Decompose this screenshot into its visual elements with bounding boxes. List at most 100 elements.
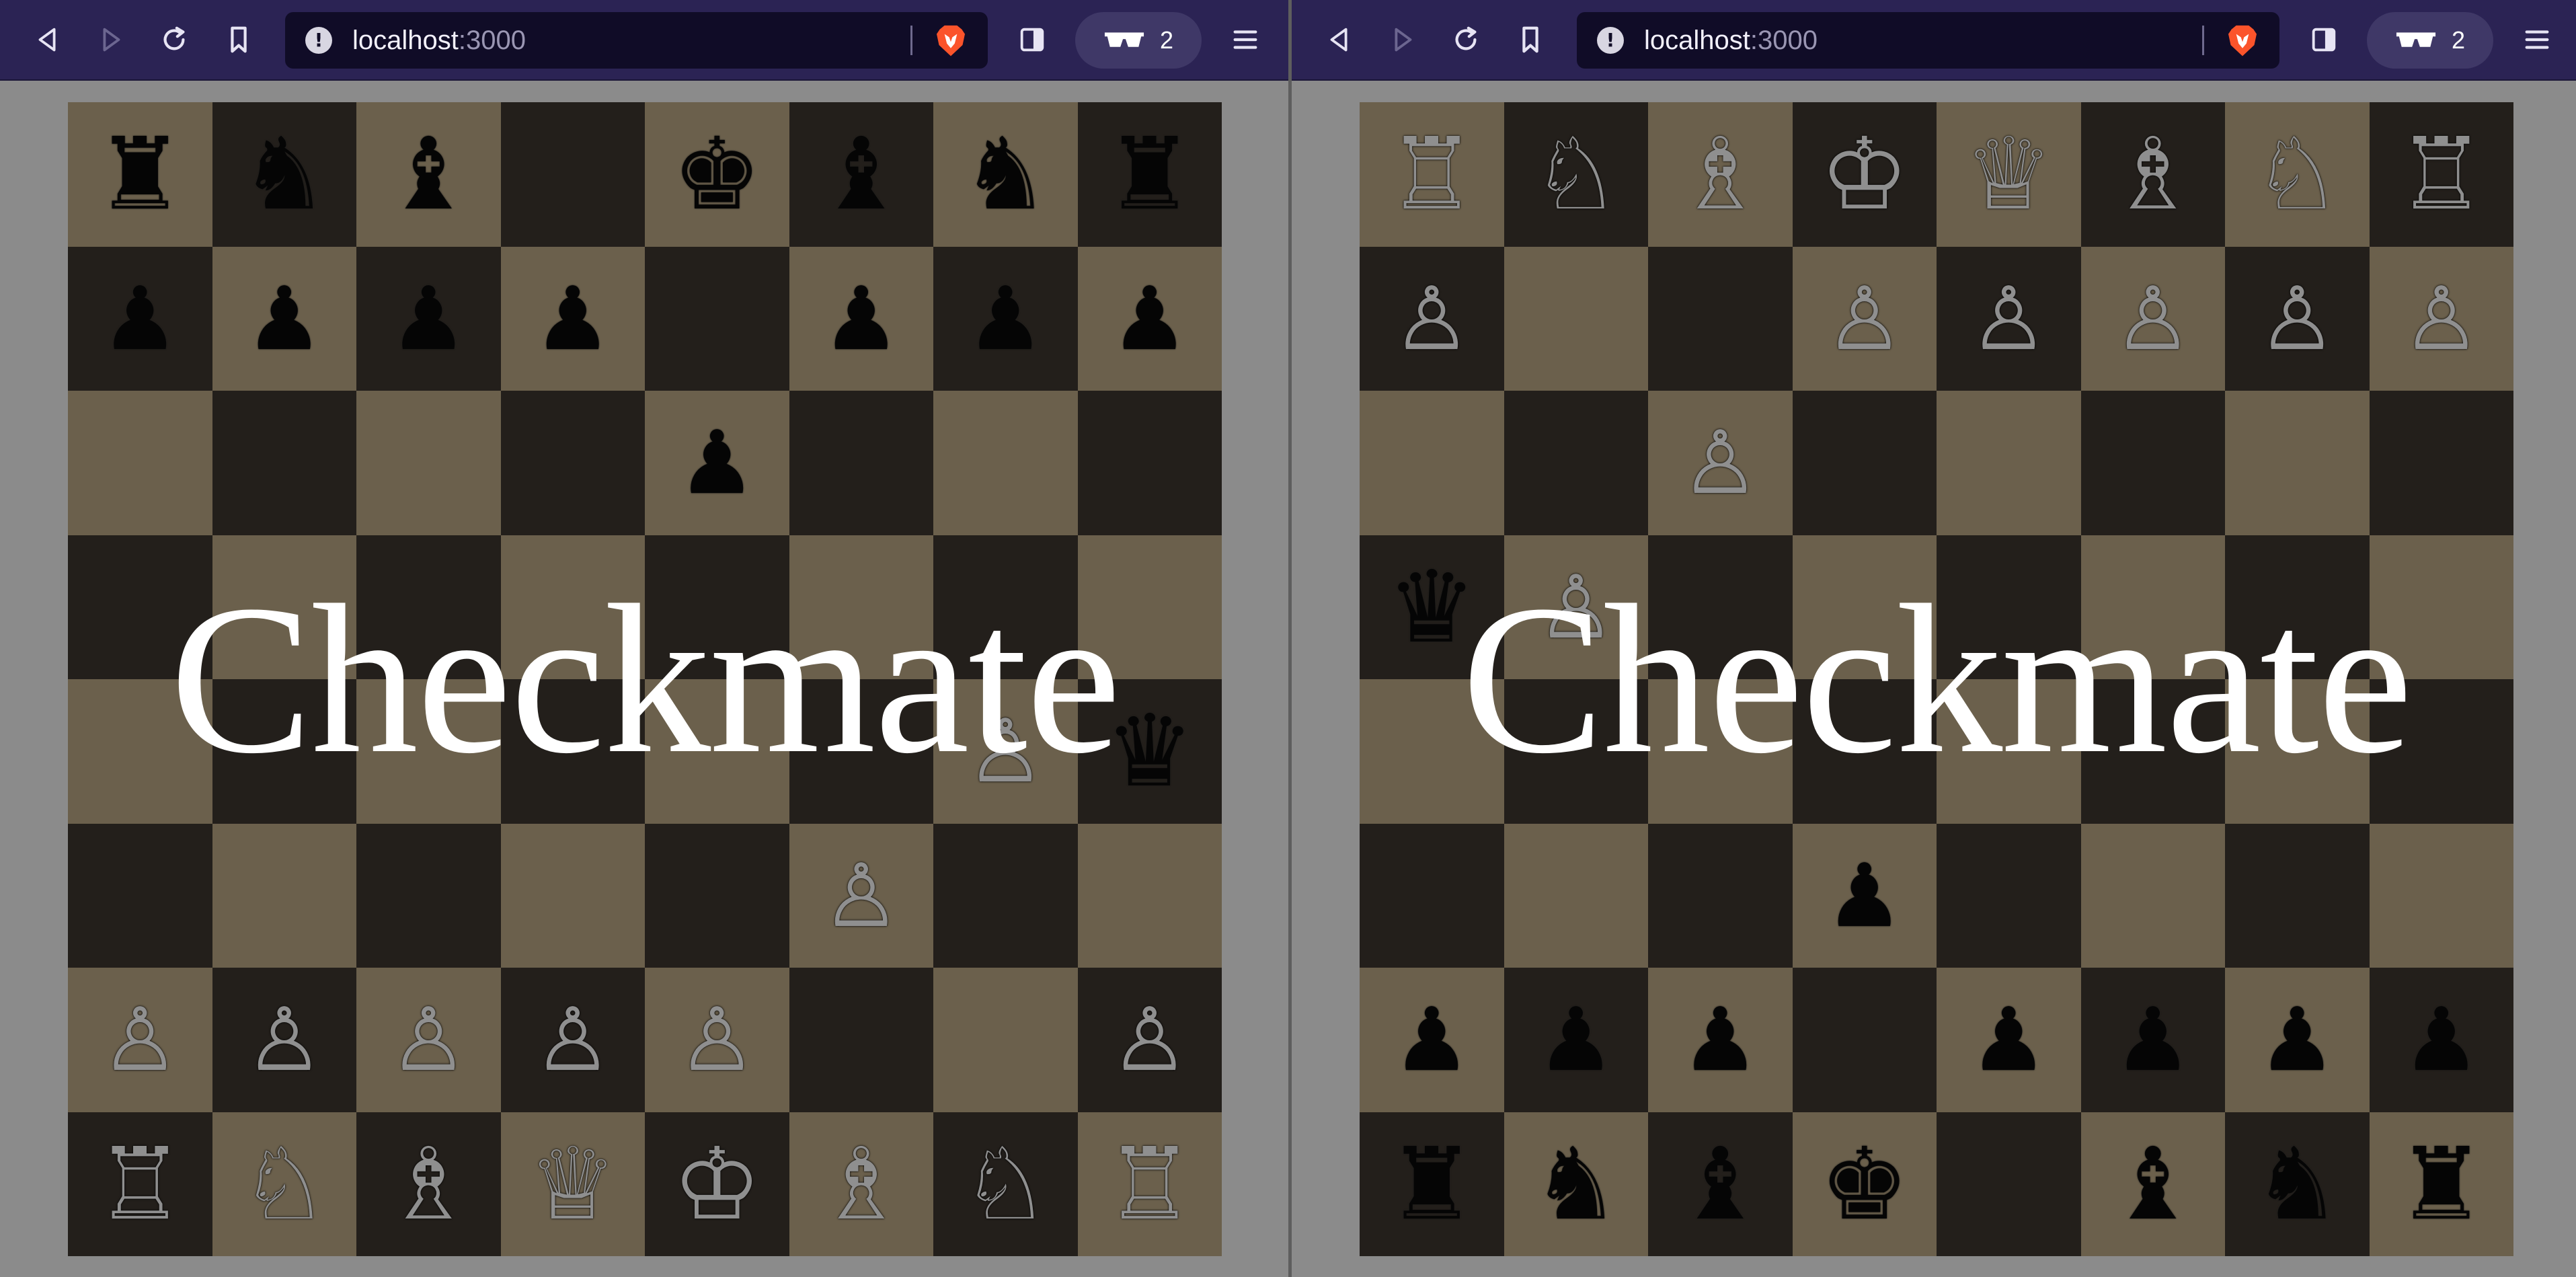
black-rook-piece[interactable]: ♜ xyxy=(1105,124,1194,224)
board-square[interactable]: ♖ xyxy=(68,1112,212,1256)
board-square[interactable] xyxy=(356,391,501,535)
board-square[interactable]: ♝ xyxy=(1648,1112,1793,1256)
board-square[interactable]: ♙ xyxy=(68,968,212,1112)
grey-knight-piece[interactable]: ♘ xyxy=(961,1134,1050,1234)
board-square[interactable]: ♞ xyxy=(1504,1112,1648,1256)
grey-rook-piece[interactable]: ♖ xyxy=(1105,1134,1194,1234)
grey-queen-piece[interactable]: ♕ xyxy=(1964,124,2054,224)
board-square[interactable] xyxy=(789,535,933,679)
board-square[interactable]: ♟ xyxy=(212,246,356,391)
board-square[interactable] xyxy=(645,246,789,391)
black-knight-piece[interactable]: ♞ xyxy=(2253,1134,2342,1234)
grey-pawn-piece[interactable]: ♙ xyxy=(1536,564,1615,651)
board-square[interactable]: ♟ xyxy=(500,246,645,391)
board-square[interactable] xyxy=(1792,968,1937,1112)
board-square[interactable]: ♞ xyxy=(2225,1112,2370,1256)
vpn-button[interactable]: 2 xyxy=(1075,12,1202,69)
black-rook-piece[interactable]: ♜ xyxy=(95,124,185,224)
board-square[interactable]: ♟ xyxy=(1648,968,1793,1112)
board-square[interactable] xyxy=(2369,535,2513,679)
black-pawn-piece[interactable]: ♟ xyxy=(1393,996,1471,1083)
black-pawn-piece[interactable]: ♟ xyxy=(2258,996,2337,1083)
info-icon[interactable]: ! xyxy=(305,27,332,54)
board-square[interactable] xyxy=(2080,823,2225,968)
board-square[interactable] xyxy=(1937,535,2081,679)
url-text[interactable]: localhost:3000 xyxy=(352,24,526,56)
board-square[interactable]: ♖ xyxy=(1360,102,1504,247)
board-square[interactable] xyxy=(212,679,356,824)
board-square[interactable] xyxy=(500,823,645,968)
grey-pawn-piece[interactable]: ♙ xyxy=(1681,419,1760,506)
board-square[interactable] xyxy=(500,679,645,824)
board-square[interactable]: ♕ xyxy=(1937,102,2081,247)
grey-king-piece[interactable]: ♔ xyxy=(672,1134,762,1234)
board-square[interactable] xyxy=(1792,391,1937,535)
board-square[interactable] xyxy=(1077,823,1222,968)
board-square[interactable] xyxy=(1937,391,2081,535)
back-button[interactable] xyxy=(1316,16,1363,63)
black-pawn-piece[interactable]: ♟ xyxy=(1825,852,1904,939)
board-square[interactable] xyxy=(356,823,501,968)
black-knight-piece[interactable]: ♞ xyxy=(961,124,1050,224)
grey-pawn-piece[interactable]: ♙ xyxy=(2402,275,2481,362)
chess-board[interactable]: ♖ ♘ ♗ ♔ ♕ ♗ ♘ ♖ ♙ ♙ ♙ ♙ ♙ ♙ ♙ ♛ ♙ ♟ ♟ ♟ ♟ ♟ ♟ ♟ ♟ ♜ ♞ ♝ ♚ ♝ ♞ ♜ xyxy=(1360,102,2513,1256)
board-square[interactable]: ♟ xyxy=(1077,246,1222,391)
grey-knight-piece[interactable]: ♘ xyxy=(2253,124,2342,224)
board-square[interactable] xyxy=(789,391,933,535)
board-square[interactable] xyxy=(1360,391,1504,535)
grey-pawn-piece[interactable]: ♙ xyxy=(2113,275,2192,362)
sidebar-toggle-button[interactable] xyxy=(1009,16,1056,63)
address-bar[interactable]: ! localhost:3000 xyxy=(285,12,988,69)
board-square[interactable] xyxy=(1360,823,1504,968)
board-square[interactable]: ♟ xyxy=(789,246,933,391)
url-text[interactable]: localhost:3000 xyxy=(1644,24,1818,56)
board-square[interactable] xyxy=(933,968,1078,1112)
black-pawn-piece[interactable]: ♟ xyxy=(245,275,323,362)
board-square[interactable] xyxy=(1937,679,2081,824)
board-square[interactable] xyxy=(212,535,356,679)
black-pawn-piece[interactable]: ♟ xyxy=(533,275,612,362)
grey-bishop-piece[interactable]: ♗ xyxy=(384,1134,473,1234)
address-bar[interactable]: ! localhost:3000 xyxy=(1577,12,2279,69)
board-square[interactable]: ♚ xyxy=(1792,1112,1937,1256)
board-square[interactable]: ♝ xyxy=(2080,1112,2225,1256)
board-square[interactable] xyxy=(356,679,501,824)
board-square[interactable]: ♙ xyxy=(933,679,1078,824)
board-square[interactable]: ♔ xyxy=(645,1112,789,1256)
board-square[interactable]: ♞ xyxy=(933,102,1078,247)
board-square[interactable]: ♙ xyxy=(500,968,645,1112)
grey-pawn-piece[interactable]: ♙ xyxy=(1110,996,1189,1083)
board-square[interactable]: ♚ xyxy=(645,102,789,247)
board-square[interactable]: ♘ xyxy=(933,1112,1078,1256)
board-square[interactable] xyxy=(212,391,356,535)
board-square[interactable] xyxy=(2369,679,2513,824)
board-square[interactable] xyxy=(2225,535,2370,679)
board-square[interactable]: ♙ xyxy=(1504,535,1648,679)
board-square[interactable] xyxy=(933,391,1078,535)
grey-pawn-piece[interactable]: ♙ xyxy=(533,996,612,1083)
brave-lion-icon[interactable] xyxy=(932,22,970,59)
board-square[interactable]: ♟ xyxy=(2080,968,2225,1112)
board-square[interactable] xyxy=(2080,535,2225,679)
board-square[interactable] xyxy=(1504,823,1648,968)
board-square[interactable]: ♗ xyxy=(356,1112,501,1256)
board-square[interactable]: ♟ xyxy=(645,391,789,535)
board-square[interactable]: ♙ xyxy=(1648,391,1793,535)
grey-rook-piece[interactable]: ♖ xyxy=(2396,124,2486,224)
board-square[interactable]: ♟ xyxy=(2225,968,2370,1112)
board-square[interactable] xyxy=(933,823,1078,968)
board-square[interactable]: ♙ xyxy=(2369,246,2513,391)
board-square[interactable] xyxy=(2080,679,2225,824)
main-menu-button[interactable] xyxy=(1222,16,1269,63)
board-square[interactable] xyxy=(68,679,212,824)
board-square[interactable] xyxy=(2369,391,2513,535)
board-square[interactable]: ♜ xyxy=(2369,1112,2513,1256)
board-square[interactable] xyxy=(1504,246,1648,391)
board-square[interactable] xyxy=(1648,535,1793,679)
black-bishop-piece[interactable]: ♝ xyxy=(1676,1134,1765,1234)
board-square[interactable]: ♖ xyxy=(1077,1112,1222,1256)
board-square[interactable] xyxy=(2080,391,2225,535)
board-square[interactable] xyxy=(2369,823,2513,968)
board-square[interactable] xyxy=(1077,391,1222,535)
grey-rook-piece[interactable]: ♖ xyxy=(95,1134,185,1234)
